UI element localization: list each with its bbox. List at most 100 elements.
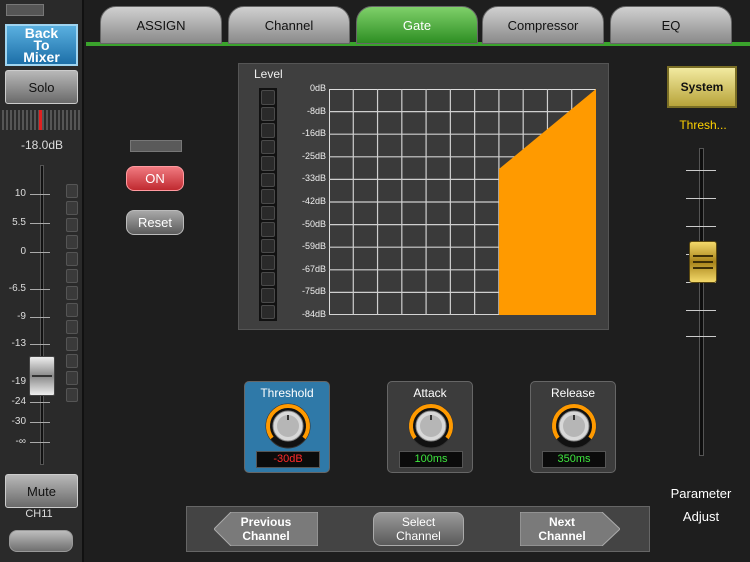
fader-scale-label: -24 <box>11 396 26 407</box>
meter-segment <box>66 201 78 215</box>
fader-scale-tick <box>30 317 50 318</box>
meter-segment <box>66 337 78 351</box>
y-axis-tick-label: -67dB <box>301 263 326 274</box>
threshold-knob-panel[interactable]: Threshold -30dB <box>244 381 330 473</box>
meter-segment <box>66 235 78 249</box>
meter-segment <box>261 205 275 220</box>
fader-scale-label: 5.5 <box>12 217 26 228</box>
tab-eq[interactable]: EQ <box>610 6 732 44</box>
fader-scale-label: 0 <box>20 246 26 257</box>
meter-segment <box>261 255 275 270</box>
mute-button[interactable]: Mute <box>5 474 78 508</box>
fader-scale-tick <box>30 289 50 290</box>
knob-title: Attack <box>413 386 447 400</box>
channel-name: CH11 <box>25 508 53 520</box>
gate-level-meter <box>259 88 277 321</box>
fader-value: -18.0dB <box>20 138 64 152</box>
meter-segment <box>261 238 275 253</box>
fader-scale-tick <box>30 422 50 423</box>
next-channel-button[interactable]: Next Channel <box>522 512 602 546</box>
y-axis-tick-label: -84dB <box>301 309 326 319</box>
knob-value: 100ms <box>399 451 463 468</box>
y-axis-tick-label: 0dB <box>309 83 326 93</box>
meter-segment <box>66 354 78 368</box>
release-knob[interactable] <box>550 402 598 450</box>
meter-segment <box>261 288 275 303</box>
parameter-scale-tick <box>686 226 716 227</box>
fader-scale-label: -30 <box>11 416 26 427</box>
tab-bar: ASSIGN Channel Gate Compressor EQ <box>86 6 750 46</box>
meter-segment <box>261 172 275 187</box>
gate-status-indicator <box>130 140 182 152</box>
back-to-mixer-button[interactable]: Back To Mixer <box>5 24 78 66</box>
meter-segment <box>66 320 78 334</box>
y-axis-tick-label: -50dB <box>301 218 326 229</box>
meter-segment <box>261 222 275 237</box>
y-axis-tick-label: -8dB <box>306 105 326 116</box>
meter-segment <box>66 388 78 402</box>
meter-segment <box>261 304 275 319</box>
tab-channel[interactable]: Channel <box>228 6 350 44</box>
y-axis-tick-label: -42dB <box>301 196 326 206</box>
channel-select-pill[interactable] <box>9 530 73 552</box>
fader-scale-tick <box>30 252 50 253</box>
release-knob-panel[interactable]: Release 350ms <box>530 381 616 473</box>
fader-scale-label: -19 <box>11 376 26 387</box>
knob-title: Threshold <box>260 386 314 400</box>
parameter-scale-tick <box>686 310 716 311</box>
pan-marker <box>39 110 42 130</box>
y-axis-tick-label: -25dB <box>301 150 326 161</box>
parameter-fader-track[interactable] <box>699 148 704 456</box>
fader-scale-label: 10 <box>14 188 26 199</box>
fader-scale-tick <box>30 402 50 403</box>
attack-knob[interactable] <box>407 402 455 450</box>
tab-compressor[interactable]: Compressor <box>482 6 604 44</box>
attack-knob-panel[interactable]: Attack 100ms <box>387 381 473 473</box>
fader-scale-label: -∞ <box>15 436 26 447</box>
meter-segment <box>261 271 275 286</box>
channel-level-meter <box>66 184 78 402</box>
parameter-adjust-label: Parameter Adjust <box>670 486 732 524</box>
handle-grip-line <box>693 255 713 257</box>
select-channel-button[interactable]: Select Channel <box>373 512 464 546</box>
fader-scale-tick <box>30 442 50 443</box>
channel-fader-handle[interactable] <box>29 356 55 396</box>
meter-segment <box>66 252 78 266</box>
reset-button[interactable]: Reset <box>126 210 184 235</box>
meter-segment <box>66 269 78 283</box>
parameter-scale-tick <box>686 170 716 171</box>
meter-segment <box>261 123 275 138</box>
meter-segment <box>261 156 275 171</box>
fader-scale-label: -9 <box>17 311 26 322</box>
gate-on-button[interactable]: ON <box>126 166 184 191</box>
channel-fader-track[interactable] <box>40 165 44 465</box>
fader-scale-tick <box>30 344 50 345</box>
gate-transfer-plot <box>329 89 596 315</box>
previous-channel-button[interactable]: Previous Channel <box>226 512 306 546</box>
meter-segment <box>261 106 275 121</box>
y-axis-tick-label: -16dB <box>301 128 326 139</box>
tab-assign[interactable]: ASSIGN <box>100 6 222 44</box>
handle-grip-line <box>693 267 713 269</box>
system-button[interactable]: System <box>667 66 737 108</box>
fader-scale-tick <box>30 194 50 195</box>
meter-segment <box>66 303 78 317</box>
y-axis-tick-label: -75dB <box>301 286 326 297</box>
parameter-fader-handle[interactable] <box>689 241 717 283</box>
meter-segment <box>66 286 78 300</box>
fader-scale-label: -13 <box>11 338 26 349</box>
level-label: Level <box>254 67 283 81</box>
meter-segment <box>66 371 78 385</box>
meter-segment <box>261 189 275 204</box>
meter-segment <box>261 139 275 154</box>
y-axis-tick-label: -33dB <box>301 173 326 184</box>
fader-scale-tick <box>30 223 50 224</box>
meter-segment <box>261 90 275 105</box>
solo-button[interactable]: Solo <box>5 70 78 104</box>
meter-segment <box>66 184 78 198</box>
fader-scale-label: -6.5 <box>8 283 26 294</box>
threshold-knob[interactable] <box>264 402 312 450</box>
knob-title: Release <box>550 386 596 400</box>
channel-indicator <box>6 4 44 16</box>
tab-gate[interactable]: Gate <box>356 6 478 44</box>
